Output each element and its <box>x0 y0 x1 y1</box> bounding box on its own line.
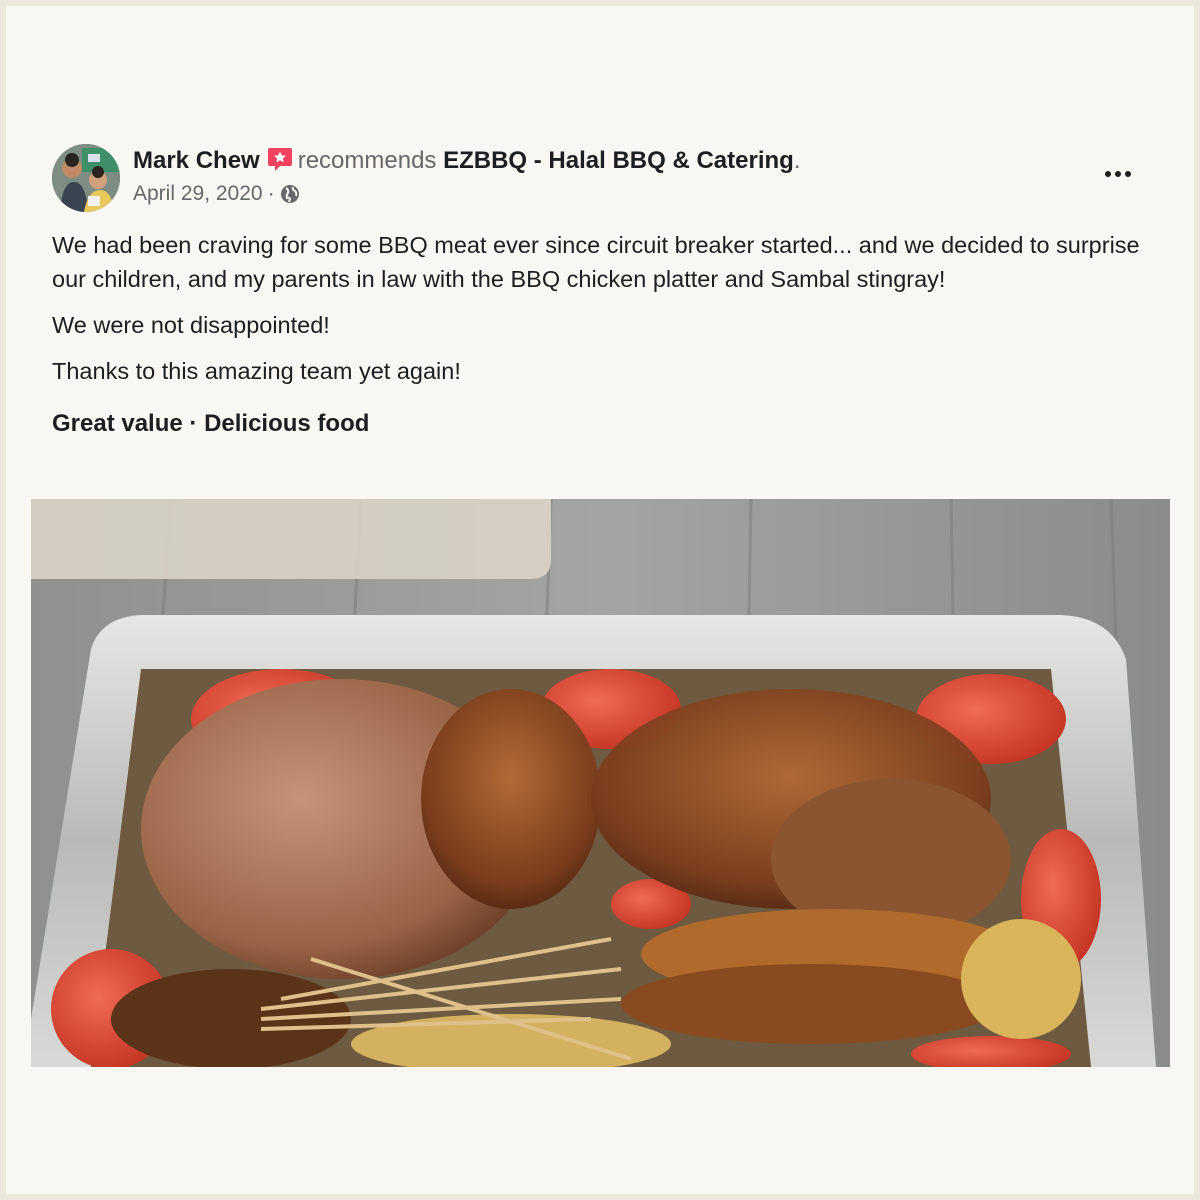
trailing-dot: . <box>793 147 801 174</box>
recommends-verb: recommends <box>297 147 437 174</box>
post-paragraph: We were not disappointed! <box>52 312 330 338</box>
post-header: Mark Chew recommends EZBBQ - Halal BBQ & … <box>52 140 1142 220</box>
post-meta: April 29, 2020 · <box>133 182 300 206</box>
more-dot <box>1115 171 1121 177</box>
review-tags: Great value · Delicious food <box>52 410 370 437</box>
author-name[interactable]: Mark Chew <box>133 147 260 174</box>
more-dot <box>1125 171 1131 177</box>
post-paragraph: We had been craving for some BBQ meat ev… <box>52 232 1140 292</box>
more-horizontal-icon <box>1105 171 1111 177</box>
more-options-button[interactable] <box>1100 164 1136 184</box>
post-title-line: Mark Chew recommends EZBBQ - Halal BBQ & … <box>133 146 800 175</box>
meta-separator: · <box>267 182 275 205</box>
post-paragraph: Thanks to this amazing team yet again! <box>52 358 461 384</box>
avatar[interactable] <box>52 144 120 212</box>
recommendation-badge-icon <box>267 146 293 172</box>
post-body: We had been craving for some BBQ meat ev… <box>52 228 1142 388</box>
post-date[interactable]: April 29, 2020 <box>133 182 263 206</box>
globe-icon[interactable] <box>280 184 300 204</box>
page-name-link[interactable]: EZBBQ - Halal BBQ & Catering <box>443 147 794 174</box>
review-post: Mark Chew recommends EZBBQ - Halal BBQ & … <box>52 140 1142 438</box>
post-photo[interactable] <box>31 499 1170 1067</box>
